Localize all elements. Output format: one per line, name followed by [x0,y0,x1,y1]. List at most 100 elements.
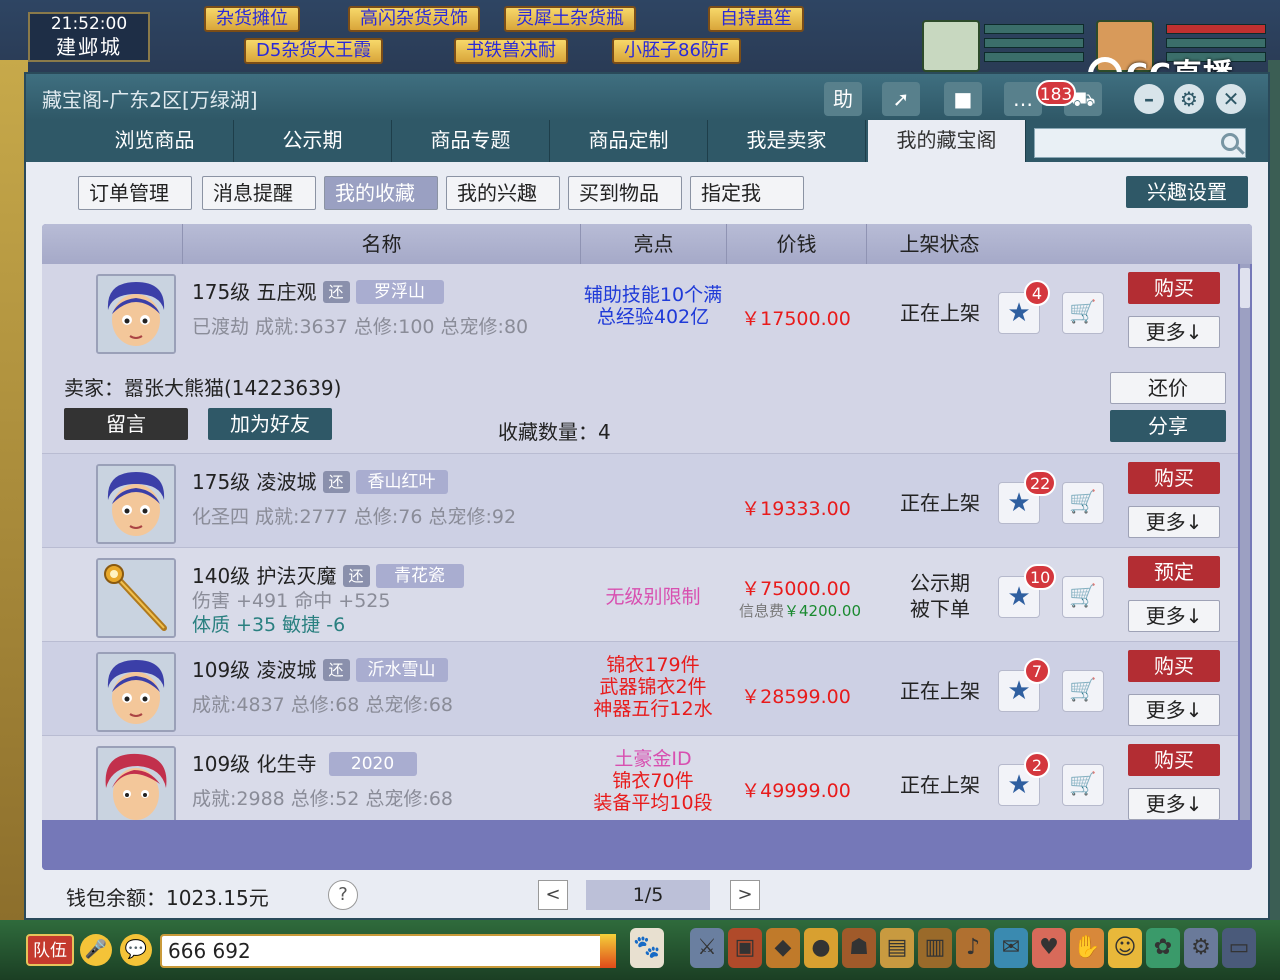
bag-icon[interactable]: ◆ [766,928,800,968]
item-name[interactable]: 109级 凌波城 [192,658,317,682]
cart-icon[interactable]: 🛒 [1062,482,1104,524]
team-button[interactable]: 队伍 [26,934,74,966]
table-row[interactable]: 175级 凌波城还香山红叶 化圣四 成就:2777 总修:76 总宠修:92 ￥… [42,454,1238,548]
item-name[interactable]: 175级 五庄观 [192,280,317,304]
tab-seller[interactable]: 我是卖家 [708,120,866,162]
system-icon[interactable]: ⚙ [1184,928,1218,968]
help-question-icon[interactable]: ? [328,880,358,910]
pet-icon[interactable]: 🐾 [630,928,664,968]
help-icon[interactable]: 助 [824,82,862,116]
more-button[interactable]: 更多↓ [1128,506,1220,538]
item-title[interactable]: 109级 凌波城还沂水雪山 [192,654,448,683]
interest-settings-button[interactable]: 兴趣设置 [1126,176,1248,208]
team-icon[interactable]: ☗ [842,928,876,968]
tab-public-period[interactable]: 公示期 [234,120,392,162]
minimize-icon[interactable]: – [1134,84,1164,114]
buy-button[interactable]: 购买 [1128,462,1220,494]
search-icon[interactable] [1221,133,1239,151]
info-fee-value: ￥4200.00 [783,602,862,620]
subtab-favorites[interactable]: 我的收藏 [324,176,438,210]
chat-input[interactable]: 666 692 [160,934,616,968]
prev-page-button[interactable]: < [538,880,568,910]
subtab-interests[interactable]: 我的兴趣 [446,176,560,210]
info-fee-label: 信息费 [738,602,784,620]
tab-browse[interactable]: 浏览商品 [76,120,234,162]
reserve-button[interactable]: 预定 [1128,556,1220,588]
more-button[interactable]: 更多↓ [1128,316,1220,348]
more-button[interactable]: 更多↓ [1128,788,1220,820]
leave-message-button[interactable]: 留言 [64,408,188,440]
more-button[interactable]: 更多↓ [1128,600,1220,632]
stall-sign[interactable]: 高闪杂货灵饰 [348,6,480,32]
add-friend-button[interactable]: 加为好友 [208,408,332,440]
item-title[interactable]: 175级 凌波城还香山红叶 [192,466,448,495]
subtab-purchased[interactable]: 买到物品 [568,176,682,210]
computer-icon[interactable]: ▭ [1222,928,1256,968]
tab-my-pavilion[interactable]: 我的藏宝阁 [868,120,1026,162]
server-tag: 沂水雪山 [355,658,448,682]
map-icon[interactable]: ▤ [880,928,914,968]
cart-icon[interactable]: 🛒 [1062,576,1104,618]
scrollbar-thumb[interactable] [1240,268,1250,308]
buy-button[interactable]: 购买 [1128,272,1220,304]
more-button[interactable]: 更多↓ [1128,694,1220,726]
scroll-icon[interactable]: ✉ [994,928,1028,968]
share-button[interactable]: 分享 [1110,410,1226,442]
friends-icon[interactable]: ✿ [1146,928,1180,968]
character-avatar[interactable] [96,274,176,354]
stall-sign[interactable]: 小胚子86防F [612,38,742,64]
item-title[interactable]: 109级 化生寺 2020 [192,748,417,777]
gear-icon[interactable]: ⚙ [1174,84,1204,114]
close-icon[interactable]: ✕ [1216,84,1246,114]
item-name[interactable]: 109级 化生寺 [192,752,317,776]
item-title[interactable]: 175级 五庄观还罗浮山 [192,276,444,305]
table-scrollbar[interactable] [1240,264,1250,820]
table-row[interactable]: 175级 五庄观还罗浮山 已渡劫 成就:3637 总修:100 总宠修:80 辅… [42,264,1238,454]
microphone-icon[interactable]: 🎤 [80,934,112,966]
subtab-orders[interactable]: 订单管理 [78,176,192,210]
peach-icon[interactable]: ♥ [1032,928,1066,968]
cart-icon[interactable]: 🛒 [1062,292,1104,334]
weapon-icon[interactable]: ⚔ [690,928,724,968]
item-title[interactable]: 140级 护法灭魔还青花瓷 [192,560,464,589]
cart-icon[interactable]: 🛒 [1062,764,1104,806]
column-header: 亮点 [580,224,726,264]
character-avatar[interactable] [96,652,176,732]
stall-sign[interactable]: D5杂货大王霞 [244,38,384,64]
subtab-assigned[interactable]: 指定我 [690,176,804,210]
cart-icon[interactable]: 🛒 [1062,670,1104,712]
counter-offer-button[interactable]: 还价 [1110,372,1226,404]
chest-icon[interactable]: ▣ [728,928,762,968]
next-page-button[interactable]: > [730,880,760,910]
handshake-icon[interactable]: ✋ [1070,928,1104,968]
chat-bubble-icon[interactable]: 💬 [120,934,152,966]
highlight-line: 神器五行12水 [593,698,713,720]
item-name[interactable]: 140级 护法灭魔 [192,564,337,588]
share-arrow-icon[interactable]: ➚ [882,82,920,116]
stop-icon[interactable]: ■ [944,82,982,116]
table-row[interactable]: 140级 护法灭魔还青花瓷 伤害 +491 命中 +525 体质 +35 敏捷 … [42,548,1238,642]
item-price: ￥75000.00 [741,578,851,600]
tab-custom[interactable]: 商品定制 [550,120,708,162]
character-avatar[interactable] [96,464,176,544]
subtab-notifications[interactable]: 消息提醒 [202,176,316,210]
stall-sign[interactable]: 书铁兽决耐 [454,38,568,64]
bell-icon[interactable]: ♪ [956,928,990,968]
tab-topics[interactable]: 商品专题 [392,120,550,162]
stall-sign[interactable]: 灵犀土杂货瓶 [504,6,636,32]
book-icon[interactable]: ▥ [918,928,952,968]
item-attributes: 体质 +35 敏捷 -6 [192,614,346,636]
table-row[interactable]: 109级 凌波城还沂水雪山 成就:4837 总修:68 总宠修:68 锦衣179… [42,642,1238,736]
stall-sign[interactable]: 杂货摊位 [204,6,300,32]
smiley-icon[interactable]: ☺ [1108,928,1142,968]
character-avatar[interactable] [96,746,176,820]
buy-button[interactable]: 购买 [1128,650,1220,682]
weapon-image[interactable] [96,558,176,638]
coin-icon[interactable]: ● [804,928,838,968]
search-input[interactable] [1035,129,1215,157]
table-row[interactable]: 109级 化生寺 2020 成就:2988 总修:52 总宠修:68 土豪金ID … [42,736,1238,820]
pet-avatar[interactable] [922,20,980,72]
item-name[interactable]: 175级 凌波城 [192,470,317,494]
stall-sign[interactable]: 自持蛊笙 [708,6,804,32]
buy-button[interactable]: 购买 [1128,744,1220,776]
